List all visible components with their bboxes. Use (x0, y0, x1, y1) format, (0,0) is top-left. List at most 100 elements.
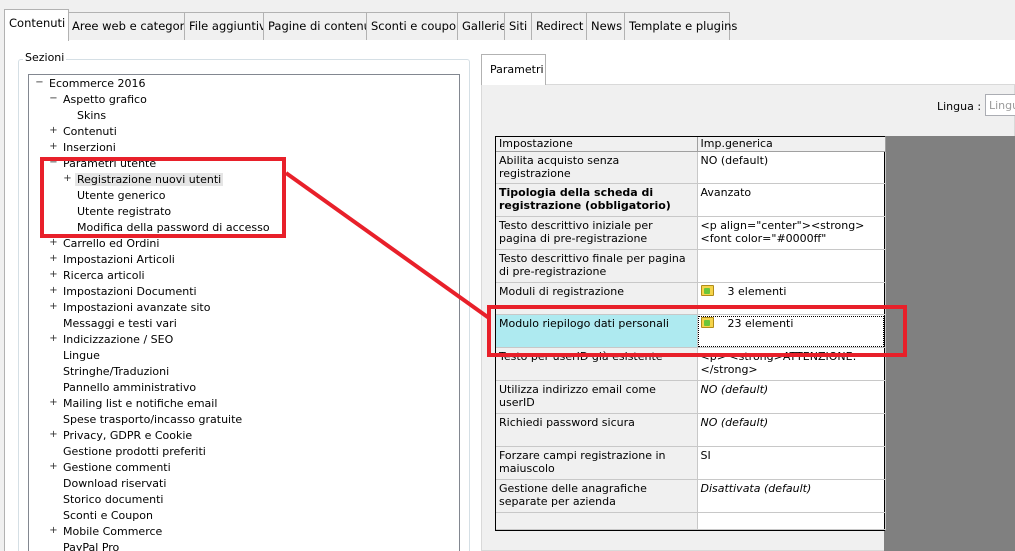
tree-item-label: Impostazioni Documenti (63, 285, 197, 298)
setting-value[interactable]: NO (default) (697, 413, 886, 447)
tree-item[interactable]: Spese trasporto/incasso gratuite (61, 412, 244, 428)
setting-value[interactable]: Disattivata (default) (697, 479, 886, 513)
tree-item[interactable]: + Mailing list e notifiche email (49, 396, 219, 412)
expand-icon[interactable]: + (49, 270, 58, 280)
tab-pagine-contenuti[interactable]: Pagine di contenuti (263, 12, 379, 40)
grid-row[interactable]: Abilita acquisto senza registrazione NO (… (496, 151, 886, 184)
tree-item-label: Contenuti (63, 125, 117, 138)
setting-value[interactable]: <p align="center"><strong><font color="#… (697, 216, 886, 250)
tree-item[interactable]: + Inserzioni (49, 140, 118, 156)
setting-value[interactable]: Avanzato (697, 183, 886, 217)
tab-contenuti[interactable]: Contenuti (4, 9, 69, 41)
tree-item[interactable]: Messaggi e testi vari (61, 316, 179, 332)
tree-item-label: Download riservati (63, 477, 167, 490)
tab-label: Gallerie (462, 19, 507, 33)
grid-row[interactable]: Richiedi password sicura NO (default) (496, 413, 886, 447)
tree-item-label: Gestione prodotti preferiti (63, 445, 206, 458)
expand-icon[interactable]: + (49, 238, 58, 248)
tree-item[interactable]: + Carrello ed Ordini (49, 236, 161, 252)
tree-item[interactable]: + Indicizzazione / SEO (49, 332, 175, 348)
expand-icon[interactable]: + (49, 254, 58, 264)
setting-value[interactable]: SI (697, 446, 886, 480)
tab-label: Contenuti (9, 16, 66, 30)
tree-item[interactable]: + Impostazioni avanzate sito (49, 300, 212, 316)
setting-name[interactable] (496, 512, 698, 530)
setting-value[interactable] (697, 512, 886, 530)
tab-redirect[interactable]: Redirect (531, 12, 587, 40)
grid-row[interactable]: Testo descrittivo iniziale per pagina di… (496, 216, 886, 250)
tree-item-label: Impostazioni avanzate sito (63, 301, 211, 314)
grid-row[interactable]: Forzare campi registrazione in maiuscolo… (496, 446, 886, 480)
setting-value[interactable] (697, 249, 886, 283)
tree-item[interactable]: Gestione prodotti preferiti (61, 444, 208, 460)
expand-icon[interactable]: + (49, 462, 58, 472)
grid-row[interactable]: Tipologia della scheda di registrazione … (496, 183, 886, 217)
tree-item-label: Gestione commenti (63, 461, 171, 474)
tree-item[interactable]: − Ecommerce 2016 (35, 76, 148, 92)
tree-item-label: Spese trasporto/incasso gratuite (63, 413, 243, 426)
grid-row[interactable]: Utilizza indirizzo email come userID NO (… (496, 380, 886, 414)
collapse-icon[interactable]: − (35, 78, 44, 88)
tab-label: File aggiuntivi (189, 19, 270, 33)
tree-item[interactable]: Lingue (61, 348, 102, 364)
tree-item[interactable]: + Contenuti (49, 124, 119, 140)
tab-news[interactable]: News (586, 12, 625, 40)
tree-item-label: Stringhe/Traduzioni (63, 365, 170, 378)
expand-icon[interactable]: + (49, 286, 58, 296)
expand-icon[interactable]: + (49, 398, 58, 408)
setting-name[interactable]: Forzare campi registrazione in maiuscolo (496, 446, 698, 480)
setting-name[interactable]: Utilizza indirizzo email come userID (496, 380, 698, 414)
setting-name[interactable]: Abilita acquisto senza registrazione (496, 151, 698, 184)
setting-name[interactable]: Testo descrittivo finale per pagina di p… (496, 249, 698, 283)
expand-icon[interactable]: + (49, 126, 58, 136)
tree-item-label: Pannello amministrativo (63, 381, 197, 394)
tab-file-aggiuntivi[interactable]: File aggiuntivi (184, 12, 269, 40)
expand-icon[interactable]: + (49, 142, 58, 152)
setting-name[interactable]: Tipologia della scheda di registrazione … (496, 183, 698, 217)
tab-template-plugins[interactable]: Template e plugins (624, 12, 737, 40)
grid-row[interactable] (496, 512, 886, 530)
collapse-icon[interactable]: − (49, 94, 58, 104)
setting-name[interactable]: Gestione delle anagrafiche separate per … (496, 479, 698, 513)
tree-item[interactable]: + Mobile Commerce (49, 524, 164, 540)
tab-parametri[interactable]: Parametri (481, 54, 546, 85)
tree-item[interactable]: + Impostazioni Documenti (49, 284, 199, 300)
tree-item[interactable]: + Impostazioni Articoli (49, 252, 177, 268)
tree-item[interactable]: Stringhe/Traduzioni (61, 364, 171, 380)
setting-name[interactable]: Testo descrittivo iniziale per pagina di… (496, 216, 698, 250)
column-header-value[interactable]: Imp.generica (697, 137, 886, 152)
expand-icon[interactable]: + (49, 430, 58, 440)
setting-value[interactable]: NO (default) (697, 151, 886, 184)
tab-siti[interactable]: Siti (504, 12, 532, 40)
tab-label: Siti (509, 19, 528, 33)
tree-item-label: Inserzioni (63, 141, 116, 154)
tab-sconti-coupon[interactable]: Sconti e coupon (366, 12, 463, 40)
tree-item[interactable]: − Aspetto grafico (49, 92, 149, 108)
tree-item[interactable]: Pannello amministrativo (61, 380, 198, 396)
tree-item[interactable]: + Ricerca articoli (49, 268, 147, 284)
tab-label: Aree web e categorie (72, 19, 195, 33)
tree-item-label: Carrello ed Ordini (63, 237, 160, 250)
tab-aree-web[interactable]: Aree web e categorie (67, 12, 195, 40)
setting-name[interactable]: Richiedi password sicura (496, 413, 698, 447)
tree-item[interactable]: Skins (75, 108, 108, 124)
tree-item[interactable]: + Privacy, GDPR e Cookie (49, 428, 194, 444)
sections-tree[interactable]: − Ecommerce 2016− Aspetto grafico Skins + Con… (28, 74, 460, 551)
tree-item[interactable]: Download riservati (61, 476, 168, 492)
setting-value[interactable]: NO (default) (697, 380, 886, 414)
expand-icon[interactable]: + (49, 302, 58, 312)
tree-item-label: Storico documenti (63, 493, 164, 506)
tree-item-label: Lingue (63, 349, 100, 362)
tree-item[interactable]: PayPal Pro (61, 540, 121, 551)
tree-item[interactable]: + Gestione commenti (49, 460, 173, 476)
tree-item[interactable]: Storico documenti (61, 492, 165, 508)
language-select[interactable]: Lingu (985, 94, 1015, 116)
grid-row[interactable]: Testo descrittivo finale per pagina di p… (496, 249, 886, 283)
tree-item-label: Ecommerce 2016 (49, 77, 146, 90)
expand-icon[interactable]: + (49, 526, 58, 536)
grid-row[interactable]: Gestione delle anagrafiche separate per … (496, 479, 886, 513)
expand-icon[interactable]: + (49, 334, 58, 344)
column-header-setting[interactable]: Impostazione (496, 137, 698, 152)
tab-gallerie[interactable]: Gallerie (457, 12, 507, 40)
tree-item[interactable]: Sconti e Coupon (61, 508, 155, 524)
